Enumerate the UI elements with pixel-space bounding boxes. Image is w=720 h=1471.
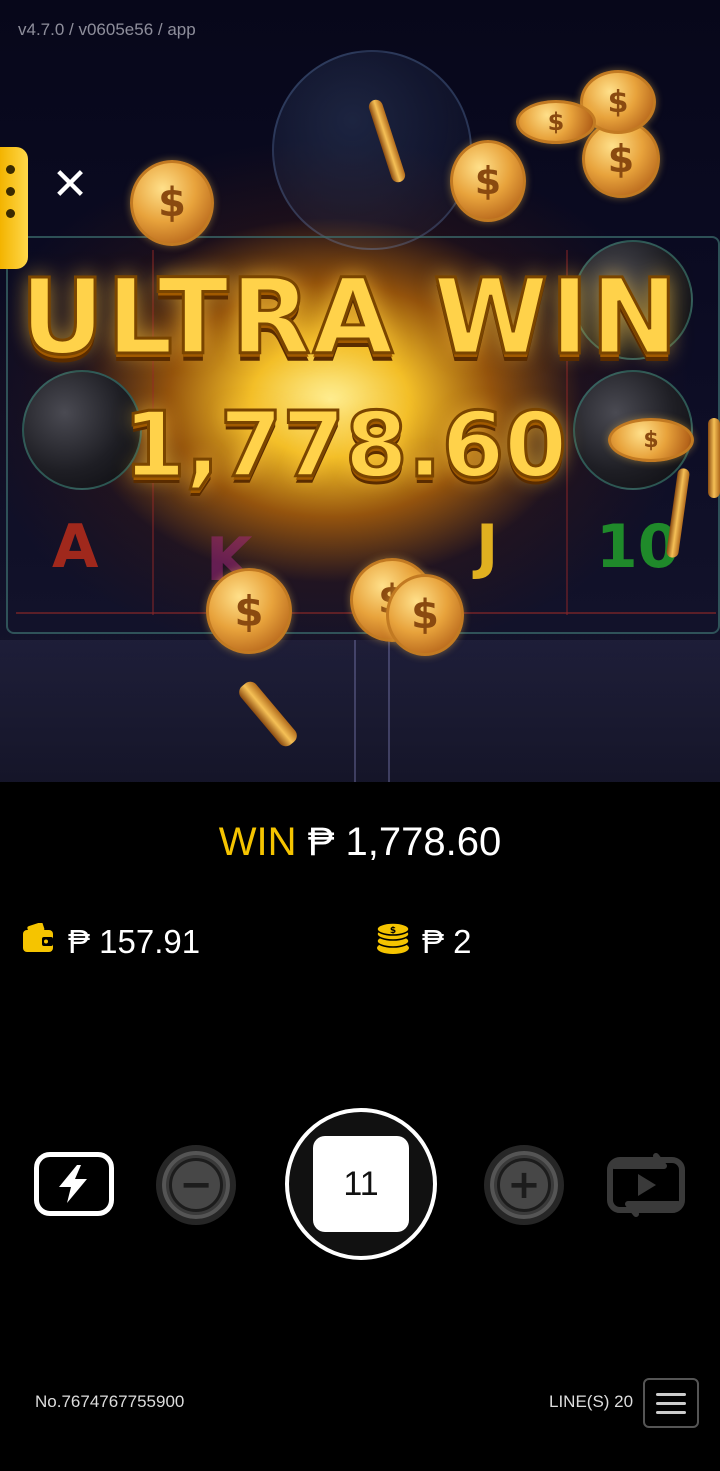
spin-count: 11 xyxy=(313,1136,409,1232)
side-menu-tab[interactable] xyxy=(0,147,28,269)
bet-display: $ ₱ 2 xyxy=(376,922,472,962)
plus-icon: + xyxy=(497,1158,551,1212)
round-number: No.7674767755900 xyxy=(35,1392,185,1411)
increase-bet-button[interactable]: + xyxy=(484,1145,564,1225)
coin-icon: $ xyxy=(608,418,694,462)
lines-label: LINE(S) 20 xyxy=(549,1392,634,1411)
coin-icon: $ xyxy=(130,160,214,246)
coin-icon: $ xyxy=(206,568,292,654)
turbo-icon xyxy=(59,1165,87,1203)
game-stage: A K J 10 $ $ $ $ $ $ $ $ $ ✕ ULTRA WIN 1… xyxy=(0,0,720,782)
autoplay-icon xyxy=(607,1153,685,1217)
coin-icon: $ xyxy=(450,140,526,222)
hamburger-menu-icon[interactable] xyxy=(643,1378,699,1428)
spin-button[interactable]: 11 xyxy=(285,1108,437,1260)
minus-icon: − xyxy=(169,1158,223,1212)
reel-symbol-j: J xyxy=(476,512,499,582)
bet-value: ₱ 2 xyxy=(422,923,472,960)
wallet-icon xyxy=(22,922,54,961)
win-display: WIN ₱ 1,778.60 xyxy=(0,820,720,865)
coin-edge xyxy=(708,418,720,498)
coin-icon: $ xyxy=(386,574,464,656)
road-floor xyxy=(0,640,720,782)
background-bubble xyxy=(272,50,472,250)
ultra-win-title: ULTRA WIN xyxy=(19,256,680,378)
road-line xyxy=(388,640,390,782)
close-icon[interactable]: ✕ xyxy=(50,163,90,207)
win-label: WIN xyxy=(218,820,297,864)
win-value: ₱ 1,778.60 xyxy=(307,820,502,864)
balance-value: ₱ 157.91 xyxy=(68,923,201,960)
svg-text:$: $ xyxy=(390,926,396,936)
version-label: v4.7.0 / v0605e56 / app xyxy=(18,20,196,39)
road-line xyxy=(354,640,356,782)
balance-display: ₱ 157.91 xyxy=(22,922,200,962)
coin-icon: $ xyxy=(516,100,596,144)
reel-symbol-a: A xyxy=(52,512,99,582)
coin-stack-icon: $ xyxy=(376,922,410,962)
ultra-win-amount: 1,778.60 xyxy=(121,393,568,498)
decrease-bet-button[interactable]: − xyxy=(156,1145,236,1225)
turbo-button[interactable] xyxy=(34,1152,114,1216)
autoplay-button[interactable] xyxy=(606,1146,686,1224)
